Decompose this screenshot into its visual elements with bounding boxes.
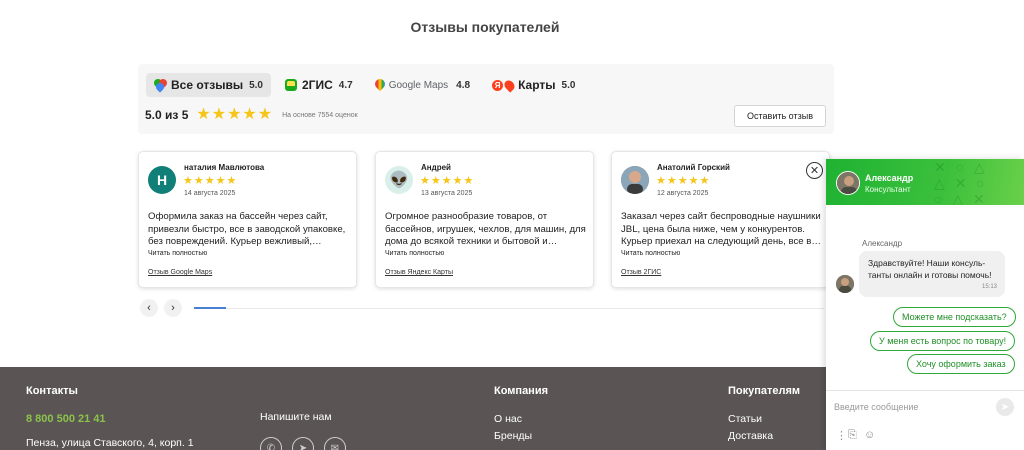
read-more-link[interactable]: Читать полностью bbox=[621, 250, 680, 257]
chat-header: ✕ ○ △ △ ✕ ○ ○ △ ✕ Александр Консультант bbox=[826, 159, 1024, 205]
tab-score: 4.7 bbox=[338, 79, 353, 91]
quick-reply-button[interactable]: У меня есть вопрос по товару! bbox=[870, 331, 1016, 351]
footer-link-articles[interactable]: Статьи bbox=[728, 413, 762, 425]
quick-reply-button[interactable]: Хочу оформить заказ bbox=[907, 354, 1015, 374]
telegram-icon[interactable]: ➤ bbox=[292, 437, 314, 450]
header-pattern: ✕ ○ △ △ ✕ ○ ○ △ ✕ bbox=[934, 159, 988, 205]
star-icon: ★ bbox=[211, 106, 227, 123]
review-stars: ★ ★ ★ ★ ★ bbox=[656, 175, 710, 187]
chat-message-time: 15:13 bbox=[981, 284, 997, 290]
star-icon: ★ bbox=[227, 106, 242, 123]
section-title: Отзывы покупателей bbox=[410, 19, 560, 35]
consultant-avatar bbox=[836, 171, 860, 195]
review-date: 13 августа 2025 bbox=[421, 190, 473, 197]
footer-phone-link[interactable]: 8 800 500 21 41 bbox=[26, 413, 106, 425]
review-card: 👽 Андрей ★ ★ ★ ★ ★ 13 августа 2025 Огромное … bbox=[375, 151, 594, 288]
footer-link-about[interactable]: О нас bbox=[494, 413, 522, 425]
carousel-progress-track bbox=[194, 307, 824, 309]
attach-icon[interactable]: ⎘ bbox=[848, 429, 857, 442]
yandex-maps-icon: Я bbox=[492, 77, 517, 93]
star-icon: ★ bbox=[196, 106, 211, 123]
tab-score: 5.0 bbox=[561, 79, 576, 91]
review-card: Н наталия Мавлютова ★ ★ ★ ★ ★ 14 августа 202… bbox=[138, 151, 357, 288]
send-icon[interactable]: ➤ bbox=[996, 398, 1014, 416]
chat-message-input[interactable] bbox=[834, 399, 984, 415]
rating-count: На основе 7554 оценок bbox=[282, 111, 358, 119]
alien-avatar-icon: 👽 bbox=[385, 166, 413, 194]
review-card: Анатолий Горский ★ ★ ★ ★ ★ 12 августа 2025 З… bbox=[611, 151, 830, 288]
review-text: Огромное разнообразие товаров, от бассей… bbox=[385, 211, 586, 247]
star-icon: ★ bbox=[242, 106, 257, 123]
review-source-link[interactable]: Отзыв Яндекс Карты bbox=[385, 269, 453, 276]
avatar: Н bbox=[148, 166, 176, 194]
review-author: наталия Мавлютова bbox=[184, 163, 265, 172]
read-more-link[interactable]: Читать полностью bbox=[148, 250, 207, 257]
quick-reply-button[interactable]: Можете мне подсказать? bbox=[893, 307, 1016, 327]
review-date: 12 августа 2025 bbox=[657, 190, 709, 197]
footer-buyers-title: Покупателям bbox=[728, 385, 801, 397]
footer-write-us: Напишите нам bbox=[260, 411, 332, 423]
leave-review-button[interactable]: Оставить отзыв bbox=[734, 105, 826, 127]
tab-2gis[interactable]: 2ГИС 4.7 bbox=[277, 73, 361, 97]
all-reviews-icon bbox=[152, 77, 169, 93]
whatsapp-icon[interactable]: ✆ bbox=[260, 437, 282, 450]
review-author: Анатолий Горский bbox=[657, 163, 730, 172]
review-date: 14 августа 2025 bbox=[184, 190, 236, 197]
tab-google-maps[interactable]: Google Maps 4.8 bbox=[367, 73, 478, 97]
avatar bbox=[621, 166, 649, 194]
overall-rating: 5.0 из 5 bbox=[145, 108, 189, 122]
star-icon: ★ bbox=[257, 106, 273, 123]
read-more-link[interactable]: Читать полностью bbox=[385, 250, 444, 257]
email-icon[interactable]: ✉ bbox=[324, 437, 346, 450]
review-author: Андрей bbox=[421, 163, 451, 172]
chat-divider bbox=[826, 390, 1024, 391]
rating-summary: 5.0 из 5 ★ ★ ★ ★ ★ На основе 7554 оценок bbox=[145, 107, 358, 123]
tab-label: Карты bbox=[518, 78, 556, 92]
chat-message: Здравствуйте! Наши консуль-танты онлайн … bbox=[859, 251, 1005, 297]
review-source-link[interactable]: Отзыв 2ГИС bbox=[621, 269, 661, 276]
footer-company-title: Компания bbox=[494, 385, 549, 397]
tab-label: 2ГИС bbox=[302, 78, 333, 92]
chat-message-text: Здравствуйте! Наши консуль-танты онлайн … bbox=[868, 258, 992, 280]
chat-widget: ✕ ○ △ △ ✕ ○ ○ △ ✕ Александр Консультант Ал… bbox=[826, 159, 1024, 450]
tab-all-reviews[interactable]: Все отзывы 5.0 bbox=[146, 73, 271, 97]
footer-link-delivery[interactable]: Доставка bbox=[728, 430, 773, 442]
carousel-next-button[interactable]: › bbox=[164, 299, 182, 317]
review-source-link[interactable]: Отзыв Google Maps bbox=[148, 269, 212, 276]
review-text: Заказал через сайт беспроводные наушники… bbox=[621, 211, 821, 247]
more-options-icon[interactable]: ⋮ bbox=[836, 429, 847, 442]
tab-score: 5.0 bbox=[249, 79, 263, 91]
tab-label: Google Maps bbox=[388, 79, 449, 91]
review-stars: ★ ★ ★ ★ ★ bbox=[420, 175, 474, 187]
footer-link-brands[interactable]: Бренды bbox=[494, 430, 532, 442]
google-maps-icon bbox=[375, 79, 385, 92]
2gis-logo-icon bbox=[285, 79, 297, 91]
review-stars: ★ ★ ★ ★ ★ bbox=[183, 175, 237, 187]
rating-stars: ★ ★ ★ ★ ★ bbox=[196, 107, 272, 123]
close-icon[interactable]: ✕ bbox=[806, 162, 823, 179]
review-source-tabs: Все отзывы 5.0 2ГИС 4.7 Google Maps 4.8 … bbox=[146, 73, 583, 97]
message-sender: Александр bbox=[862, 239, 903, 248]
emoji-icon[interactable]: ☺ bbox=[864, 429, 875, 441]
message-avatar bbox=[836, 275, 854, 293]
carousel-progress-fill bbox=[194, 307, 226, 309]
tab-score: 4.8 bbox=[456, 79, 471, 91]
footer-address: Пенза, улица Ставского, 4, корп. 1 bbox=[26, 437, 194, 449]
review-text: Оформила заказ на бассейн через сайт, пр… bbox=[148, 211, 346, 247]
consultant-name: Александр bbox=[865, 173, 914, 183]
tab-label: Все отзывы bbox=[171, 78, 244, 92]
tab-yandex-maps[interactable]: Я Карты 5.0 bbox=[484, 73, 583, 97]
consultant-role: Консультант bbox=[865, 185, 911, 194]
carousel-prev-button[interactable]: ‹ bbox=[140, 299, 158, 317]
footer-contacts-title: Контакты bbox=[26, 385, 78, 397]
reviews-summary-panel: Все отзывы 5.0 2ГИС 4.7 Google Maps 4.8 … bbox=[138, 64, 834, 134]
